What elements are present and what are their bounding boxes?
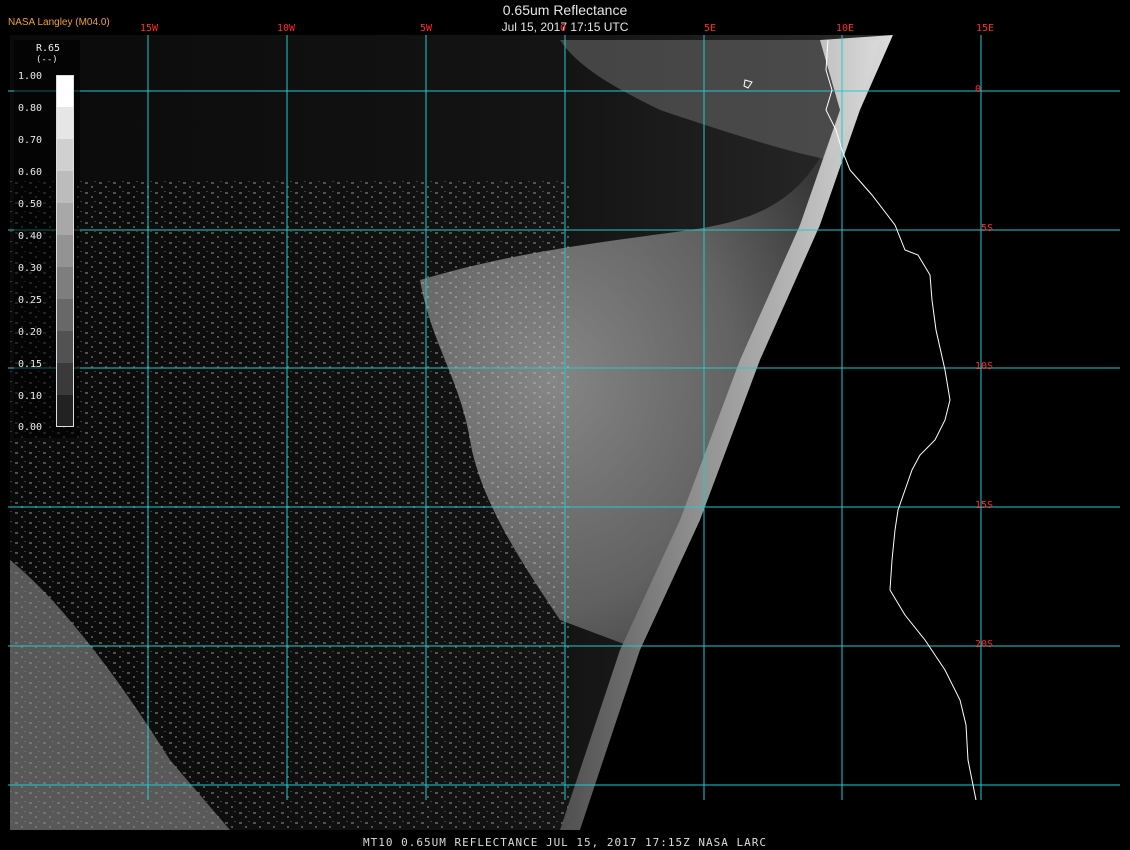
lat-label: 10S <box>975 361 994 372</box>
legend-tick: 0.00 <box>18 422 43 433</box>
legend-tick: 0.40 <box>18 231 43 242</box>
legend-unit: (--) <box>36 55 58 65</box>
lon-label: 5E <box>704 23 717 34</box>
legend-tick: 0.20 <box>18 327 43 338</box>
footer-caption: MT10 0.65UM REFLECTANCE JUL 15, 2017 17:… <box>363 836 767 849</box>
legend-tick: 0.80 <box>18 103 43 114</box>
legend-tick: 0.10 <box>18 391 43 402</box>
legend-tick: 0.15 <box>18 359 43 370</box>
legend-bar-outline <box>56 75 74 427</box>
satellite-image-viewer: NASA Langley (M04.0) 0.65um Reflectance … <box>0 0 1130 850</box>
lat-label: 20S <box>975 639 994 650</box>
lon-label: 15E <box>976 23 995 34</box>
legend-tick: 1.00 <box>18 71 43 82</box>
lon-label: 5W <box>420 23 433 34</box>
lon-label: 15W <box>140 23 159 34</box>
lat-label: 5S <box>981 223 994 234</box>
reflectance-image <box>8 35 1120 830</box>
image-title: 0.65um Reflectance <box>502 2 628 18</box>
lat-label: 0 <box>975 84 982 95</box>
color-legend: R.65 (--) 1.00 0.80 0.70 0.60 0.50 0.40 … <box>14 40 80 438</box>
lon-label: 0 <box>560 23 567 34</box>
legend-tick: 0.25 <box>18 295 43 306</box>
lat-label: 15S <box>975 500 994 511</box>
lon-label: 10E <box>836 23 855 34</box>
legend-tick: 0.30 <box>18 263 43 274</box>
legend-title: R.65 <box>36 43 61 54</box>
legend-tick: 0.60 <box>18 167 43 178</box>
legend-tick: 0.50 <box>18 199 43 210</box>
legend-tick: 0.70 <box>18 135 43 146</box>
lon-label: 10W <box>277 23 296 34</box>
